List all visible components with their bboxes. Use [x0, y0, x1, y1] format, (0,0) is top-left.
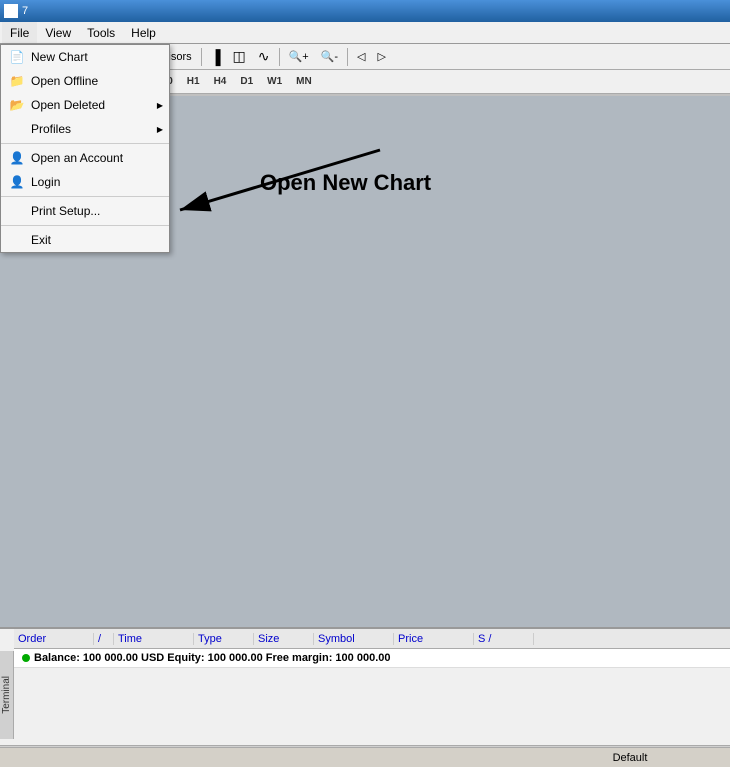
- zoom-in-icon: 🔍+: [289, 50, 309, 63]
- menu-bar: File View Tools Help: [0, 22, 730, 44]
- toolbar-chart-candle-btn[interactable]: ◫: [228, 46, 251, 68]
- title-bar: ■ 7: [0, 0, 730, 22]
- col-size: Size: [254, 633, 314, 645]
- menu-open-offline[interactable]: 📁 Open Offline: [1, 69, 169, 93]
- app-icon: ■: [4, 4, 18, 18]
- status-bar: Default: [0, 747, 730, 767]
- chart-line-icon: ∿: [258, 48, 270, 65]
- login-icon: 👤: [9, 174, 25, 190]
- toolbar-chart-bar-btn[interactable]: ▐: [206, 46, 226, 68]
- new-chart-icon: 📄: [9, 49, 25, 65]
- menu-login[interactable]: 👤 Login: [1, 170, 169, 194]
- dropdown-sep-2: [1, 196, 169, 197]
- menu-exit[interactable]: Exit: [1, 228, 169, 252]
- new-chart-label: New Chart: [31, 50, 88, 64]
- open-account-icon: 👤: [9, 150, 25, 166]
- dropdown-sep-3: [1, 225, 169, 226]
- open-offline-icon: 📁: [9, 73, 25, 89]
- table-header: Order / Time Type Size Symbol Price S /: [14, 629, 730, 649]
- toolbar-scroll-right-btn[interactable]: ▷: [372, 46, 390, 68]
- col-slash: /: [94, 633, 114, 645]
- menu-view[interactable]: View: [37, 22, 79, 43]
- exit-icon: [9, 232, 25, 248]
- menu-open-deleted[interactable]: 📂 Open Deleted: [1, 93, 169, 117]
- tf-h4[interactable]: H4: [209, 74, 232, 89]
- login-label: Login: [31, 175, 60, 189]
- title-number: 7: [22, 5, 28, 17]
- toolbar-separator-2: [201, 48, 202, 66]
- col-symbol: Symbol: [314, 633, 394, 645]
- terminal-text: Terminal: [1, 676, 12, 714]
- status-default-label: Default: [613, 752, 648, 764]
- chart-candle-icon: ◫: [233, 48, 246, 65]
- status-dot: [22, 654, 30, 662]
- tf-h1[interactable]: H1: [182, 74, 205, 89]
- dropdown-sep-1: [1, 143, 169, 144]
- annotation-text: Open New Chart: [260, 170, 431, 196]
- menu-print-setup[interactable]: Print Setup...: [1, 199, 169, 223]
- scroll-right-icon: ▷: [377, 50, 385, 63]
- tf-w1[interactable]: W1: [262, 74, 287, 89]
- print-setup-label: Print Setup...: [31, 204, 100, 218]
- open-account-label: Open an Account: [31, 151, 123, 165]
- toolbar-zoom-out-btn[interactable]: 🔍-: [316, 46, 343, 68]
- toolbar-chart-line-btn[interactable]: ∿: [253, 46, 275, 68]
- menu-help[interactable]: Help: [123, 22, 164, 43]
- tf-mn[interactable]: MN: [291, 74, 317, 89]
- open-deleted-icon: 📂: [9, 97, 25, 113]
- menu-profiles[interactable]: Profiles: [1, 117, 169, 141]
- balance-row: Balance: 100 000.00 USD Equity: 100 000.…: [14, 649, 730, 668]
- menu-tools[interactable]: Tools: [79, 22, 123, 43]
- balance-text: Balance: 100 000.00 USD Equity: 100 000.…: [34, 652, 390, 664]
- terminal-label: Terminal: [0, 651, 14, 739]
- file-dropdown-menu: 📄 New Chart 📁 Open Offline 📂 Open Delete…: [0, 44, 170, 253]
- open-offline-label: Open Offline: [31, 74, 98, 88]
- col-sl: S /: [474, 633, 534, 645]
- toolbar-separator-3: [279, 48, 280, 66]
- bottom-panel: Order / Time Type Size Symbol Price S / …: [0, 627, 730, 767]
- col-time: Time: [114, 633, 194, 645]
- col-order: Order: [14, 633, 94, 645]
- col-price: Price: [394, 633, 474, 645]
- profiles-icon: [9, 121, 25, 137]
- toolbar-zoom-in-btn[interactable]: 🔍+: [284, 46, 314, 68]
- menu-open-account[interactable]: 👤 Open an Account: [1, 146, 169, 170]
- scroll-left-icon: ◁: [357, 50, 365, 63]
- chart-bar-icon: ▐: [211, 49, 221, 65]
- col-type: Type: [194, 633, 254, 645]
- profiles-label: Profiles: [31, 122, 71, 136]
- tf-d1[interactable]: D1: [235, 74, 258, 89]
- print-setup-icon: [9, 203, 25, 219]
- toolbar-scroll-left-btn[interactable]: ◁: [352, 46, 370, 68]
- menu-new-chart[interactable]: 📄 New Chart: [1, 45, 169, 69]
- status-default-section: Default: [530, 752, 730, 764]
- toolbar-separator-4: [347, 48, 348, 66]
- menu-file[interactable]: File: [2, 22, 37, 43]
- zoom-out-icon: 🔍-: [321, 50, 338, 63]
- open-deleted-label: Open Deleted: [31, 98, 105, 112]
- exit-label: Exit: [31, 233, 51, 247]
